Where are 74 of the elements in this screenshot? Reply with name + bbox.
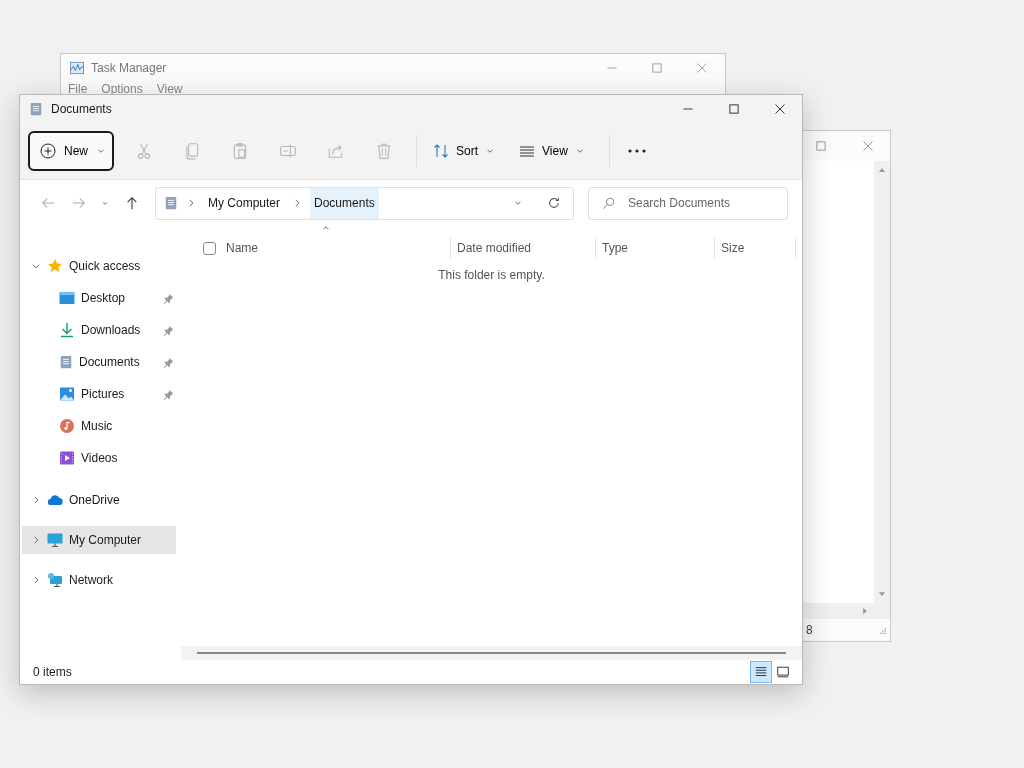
window-title: Documents (51, 102, 112, 116)
menu-item[interactable]: Options (101, 82, 143, 96)
music-icon (59, 418, 75, 434)
preview-icon (776, 665, 790, 679)
address-bar[interactable]: My Computer Documents (155, 186, 574, 220)
breadcrumb-chevron-icon[interactable] (186, 198, 196, 208)
plus-circle-icon (40, 143, 56, 159)
nav-item[interactable]: Documents (22, 348, 176, 376)
share-icon (327, 142, 345, 160)
refresh-icon[interactable] (547, 196, 561, 210)
expand-chevron-icon[interactable] (31, 261, 41, 271)
sort-button[interactable]: Sort (425, 133, 503, 169)
nav-item[interactable]: Music (22, 412, 176, 440)
nav-item[interactable]: Pictures (22, 380, 176, 408)
column-header[interactable]: Name (181, 237, 451, 259)
horizontal-scrollbar[interactable] (181, 646, 802, 660)
star-icon (47, 258, 63, 274)
nav-item[interactable]: Downloads (22, 316, 176, 344)
maximize-icon[interactable] (728, 103, 740, 115)
chart-icon (69, 61, 85, 75)
back-icon[interactable] (40, 196, 55, 210)
scissors-icon (135, 142, 153, 160)
up-icon[interactable] (124, 196, 139, 210)
item-count: 0 items (33, 665, 73, 679)
monitor-icon (47, 532, 63, 548)
empty-folder-message: This folder is empty. (437, 268, 546, 282)
collapse-chevron-icon[interactable] (31, 495, 41, 505)
pin-icon (163, 356, 174, 368)
status-text: 8 (806, 623, 813, 637)
network-icon (47, 572, 63, 588)
search-icon (602, 196, 615, 210)
document-icon (59, 354, 73, 370)
resize-grip-icon (878, 625, 887, 635)
lines-icon (519, 143, 535, 159)
nav-item[interactable]: Quick access (22, 252, 176, 280)
column-header[interactable]: Type (596, 237, 715, 259)
pin-icon (163, 292, 174, 304)
pin-icon (163, 324, 174, 336)
view-button[interactable]: View (511, 133, 593, 169)
nav-item[interactable]: Network (22, 566, 176, 594)
collapse-chevron-icon[interactable] (31, 575, 41, 585)
search-field[interactable]: Search Documents (588, 186, 788, 220)
trash-icon (375, 142, 393, 160)
paste-icon (231, 142, 249, 160)
details-icon (754, 665, 768, 679)
breadcrumb[interactable]: Documents (310, 187, 379, 219)
rename-icon (279, 142, 297, 160)
window-title: Task Manager (91, 61, 167, 75)
forward-icon[interactable] (71, 196, 86, 210)
breadcrumb[interactable]: My Computer (204, 187, 285, 219)
nav-item[interactable]: Videos (22, 444, 176, 472)
select-all-checkbox[interactable] (203, 241, 216, 255)
close-icon[interactable] (774, 103, 786, 115)
copy-icon (183, 142, 201, 160)
collapse-chevron-icon[interactable] (31, 535, 41, 545)
sort-arrows-icon (433, 143, 449, 159)
location-icon (164, 195, 178, 211)
column-header[interactable]: Size (715, 237, 796, 259)
download-icon (59, 322, 75, 338)
menu-item[interactable]: View (156, 82, 183, 96)
column-header[interactable]: Date modified (451, 237, 596, 259)
new-button[interactable]: New (28, 131, 114, 171)
nav-item[interactable]: Desktop (22, 284, 176, 312)
cloud-icon (47, 492, 63, 508)
nav-item[interactable]: OneDrive (22, 486, 176, 514)
video-icon (59, 450, 75, 466)
pin-icon (163, 388, 174, 400)
details-view-button[interactable] (750, 661, 772, 683)
more-icon (627, 149, 646, 153)
folder-document-icon (29, 101, 43, 117)
pictures-icon (59, 386, 75, 402)
desktop-icon (59, 290, 75, 306)
maximize-icon[interactable] (815, 140, 827, 152)
nav-item[interactable]: My Computer (22, 526, 176, 554)
